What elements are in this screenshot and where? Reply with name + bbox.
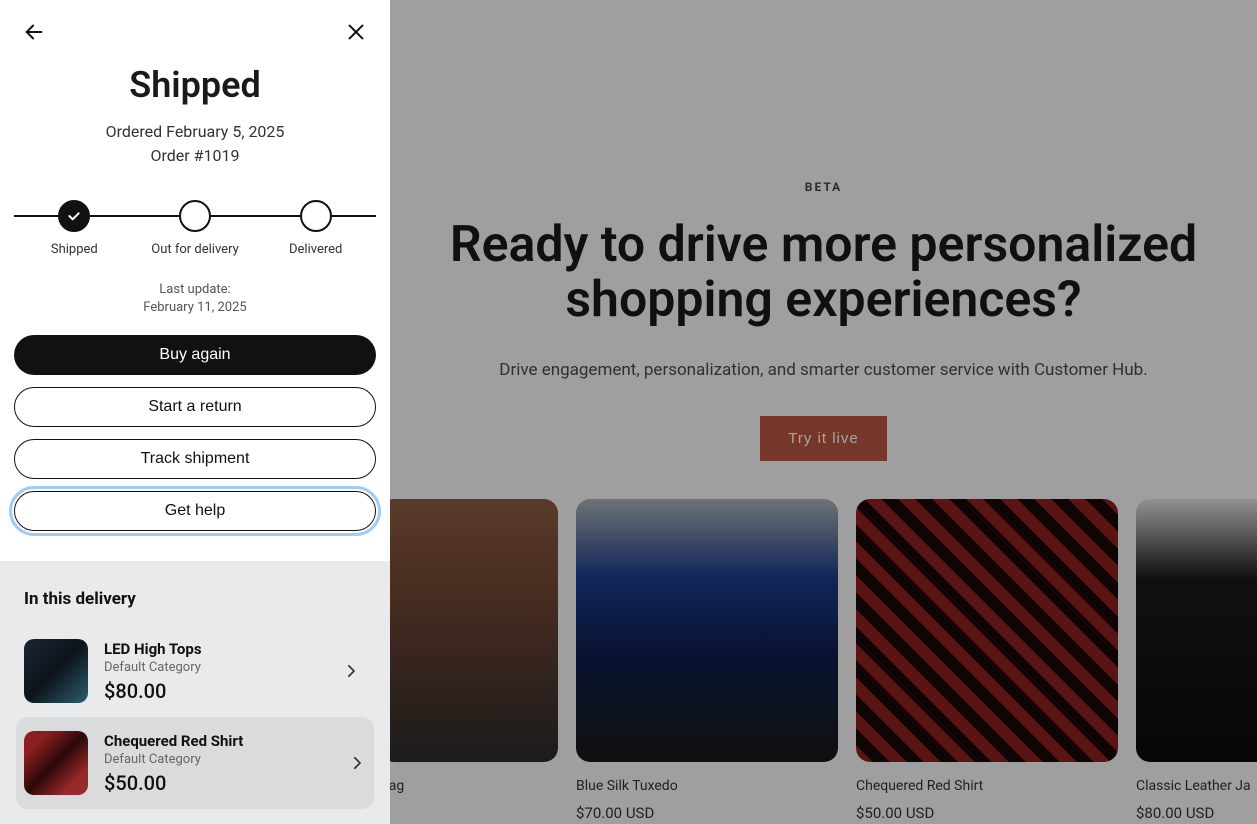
back-button[interactable] [20,18,48,46]
modal-overlay[interactable] [390,0,1257,824]
chevron-right-icon [342,662,360,680]
close-button[interactable] [342,18,370,46]
progress-step-out-for-delivery: Out for delivery [135,200,256,257]
progress-step-label: Shipped [51,242,98,257]
progress-step-label: Delivered [289,242,342,257]
get-help-button[interactable]: Get help [14,491,376,531]
delivery-section: In this delivery LED High Tops Default C… [0,561,390,824]
progress-step-delivered: Delivered [255,200,376,257]
order-meta: Ordered February 5, 2025 Order #1019 [0,120,390,168]
delivery-item[interactable]: LED High Tops Default Category $80.00 [24,625,366,717]
delivery-title: In this delivery [24,589,366,609]
chevron-right-icon [348,754,366,772]
arrow-left-icon [23,21,45,43]
delivery-item[interactable]: Chequered Red Shirt Default Category $50… [16,717,374,809]
shipping-progress: Shipped Out for delivery Delivered [14,200,376,257]
track-shipment-button[interactable]: Track shipment [14,439,376,479]
item-price: $80.00 [104,679,202,703]
last-update: Last update: February 11, 2025 [0,281,390,317]
order-status-title: Shipped [0,64,390,106]
item-category: Default Category [104,660,202,675]
start-return-button[interactable]: Start a return [14,387,376,427]
progress-step-shipped: Shipped [14,200,135,257]
progress-step-circle [58,200,90,232]
progress-step-circle [179,200,211,232]
item-price: $50.00 [104,771,243,795]
last-update-label: Last update: [0,281,390,299]
order-actions: Buy again Start a return Track shipment … [0,317,390,531]
order-panel: Shipped Ordered February 5, 2025 Order #… [0,0,390,824]
progress-step-circle [300,200,332,232]
order-id: Order #1019 [0,144,390,168]
item-thumbnail [24,731,88,795]
item-category: Default Category [104,752,243,767]
last-update-date: February 11, 2025 [0,299,390,317]
progress-step-label: Out for delivery [151,242,238,257]
check-icon [66,208,82,224]
buy-again-button[interactable]: Buy again [14,335,376,375]
item-name: Chequered Red Shirt [104,732,243,750]
item-name: LED High Tops [104,640,202,658]
order-date: Ordered February 5, 2025 [0,120,390,144]
close-icon [345,21,367,43]
item-thumbnail [24,639,88,703]
